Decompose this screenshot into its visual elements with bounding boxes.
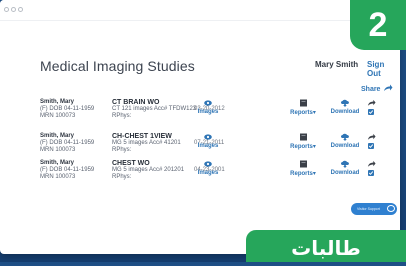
images-label: Images — [197, 109, 219, 115]
study-row[interactable]: Smith, Mary (F) DOB 04-11-1959 MRN 10007… — [0, 133, 400, 163]
patient-mrn: MRN 100073 — [40, 147, 76, 153]
user-name: Mary Smith — [315, 60, 359, 69]
window-close-button[interactable] — [4, 7, 9, 12]
reports-dropdown[interactable]: Reports▾ — [286, 133, 320, 150]
patient-name: Smith, Mary — [40, 133, 75, 139]
chevron-down-icon: ▾ — [312, 144, 316, 150]
study-row[interactable]: Smith, Mary (F) DOB 04-11-1959 MRN 10007… — [0, 160, 400, 190]
reports-label: Reports — [290, 110, 313, 116]
reports-dropdown[interactable]: Reports▾ — [286, 160, 320, 177]
patient-mrn: MRN 100073 — [40, 113, 76, 119]
download-link[interactable]: Download — [327, 160, 363, 176]
study-details: MG 5 images Acc# 41201 — [112, 140, 181, 146]
reports-label: Reports — [290, 144, 313, 150]
study-details: CT 121 images Acc# TFDW123 — [112, 106, 197, 112]
study-name: CH-CHEST 1VIEW — [112, 133, 172, 140]
share-button[interactable]: Share — [361, 84, 393, 93]
study-info: CT BRAIN WO CT 121 images Acc# TFDW123 R… — [112, 99, 196, 120]
eye-icon — [204, 134, 212, 140]
checkbox-checked-icon[interactable] — [368, 143, 374, 149]
reports-label: Reports — [290, 171, 313, 177]
chat-bubble-icon — [387, 205, 395, 212]
sign-out-link[interactable]: Sign Out — [367, 60, 400, 78]
download-link[interactable]: Download — [327, 99, 363, 115]
eye-icon — [204, 161, 212, 167]
checkbox-checked-icon[interactable] — [368, 170, 374, 176]
row-share-control[interactable] — [366, 160, 376, 178]
arabic-banner: طالبات — [246, 230, 406, 262]
images-link[interactable]: Images — [196, 160, 220, 176]
title-bar — [0, 0, 400, 21]
visitor-support-button[interactable]: Visitor Support — [351, 203, 397, 215]
share-arrow-icon — [367, 133, 376, 140]
study-details: MG 5 images Acc# 201201 — [112, 167, 185, 173]
study-name: CHEST WO — [112, 160, 150, 167]
checkbox-checked-icon[interactable] — [368, 109, 374, 115]
study-physician: RPhys: — [112, 113, 132, 119]
patient-info: Smith, Mary (F) DOB 04-11-1959 MRN 10007… — [40, 133, 94, 154]
patient-name: Smith, Mary — [40, 160, 75, 166]
patient-info: Smith, Mary (F) DOB 04-11-1959 MRN 10007… — [40, 160, 94, 181]
share-arrow-icon — [384, 84, 393, 91]
images-label: Images — [197, 143, 219, 149]
download-label: Download — [330, 170, 360, 176]
study-physician: RPhys: — [112, 147, 132, 153]
patient-dob: (F) DOB 04-11-1959 — [40, 167, 95, 173]
visitor-support-label: Visitor Support — [357, 207, 380, 211]
step-number-badge: 2 — [350, 0, 406, 50]
study-physician: RPhys: — [112, 174, 132, 180]
app-window: Medical Imaging Studies Mary Smith Sign … — [0, 0, 400, 254]
row-share-control[interactable] — [366, 133, 376, 151]
patient-mrn: MRN 100073 — [40, 174, 76, 180]
report-icon — [299, 99, 307, 107]
patient-name: Smith, Mary — [40, 99, 75, 105]
patient-info: Smith, Mary (F) DOB 04-11-1959 MRN 10007… — [40, 99, 94, 120]
chevron-down-icon: ▾ — [312, 171, 316, 177]
row-share-control[interactable] — [366, 99, 376, 117]
download-label: Download — [330, 109, 360, 115]
download-icon — [341, 133, 349, 141]
download-icon — [341, 99, 349, 107]
report-icon — [299, 133, 307, 141]
patient-dob: (F) DOB 04-11-1959 — [40, 140, 95, 146]
eye-icon — [204, 100, 212, 106]
window-minimize-button[interactable] — [11, 7, 16, 12]
images-link[interactable]: Images — [196, 99, 220, 115]
share-arrow-icon — [367, 99, 376, 106]
page-title: Medical Imaging Studies — [40, 58, 195, 74]
report-icon — [299, 160, 307, 168]
patient-dob: (F) DOB 04-11-1959 — [40, 106, 95, 112]
download-icon — [341, 160, 349, 168]
study-row[interactable]: Smith, Mary (F) DOB 04-11-1959 MRN 10007… — [0, 99, 400, 129]
download-link[interactable]: Download — [327, 133, 363, 149]
images-link[interactable]: Images — [196, 133, 220, 149]
share-arrow-icon — [367, 160, 376, 167]
share-label: Share — [361, 86, 381, 93]
study-name: CT BRAIN WO — [112, 99, 160, 106]
study-info: CHEST WO MG 5 images Acc# 201201 RPhys: — [112, 160, 184, 181]
download-label: Download — [330, 143, 360, 149]
images-label: Images — [197, 170, 219, 176]
window-maximize-button[interactable] — [18, 7, 23, 12]
chevron-down-icon: ▾ — [312, 110, 316, 116]
study-info: CH-CHEST 1VIEW MG 5 images Acc# 41201 RP… — [112, 133, 181, 154]
reports-dropdown[interactable]: Reports▾ — [286, 99, 320, 116]
